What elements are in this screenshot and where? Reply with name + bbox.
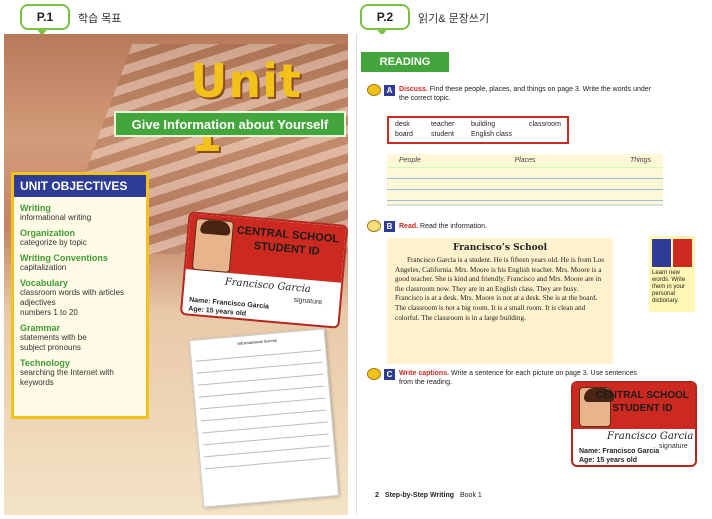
survey-sheet: Informational Survey [188,328,340,508]
id-age-text: Age: 15 years old [579,457,637,464]
section-a-text: Find these people, places, and things on… [399,86,652,102]
notebook-icon [673,239,692,267]
section-a-badge: A [384,85,395,96]
objective-item: Writing Conventions capitalization [20,253,140,273]
word-bank-item: building [471,121,496,128]
tab-page-2-label: P.2 [376,10,394,24]
topic-answer-line[interactable] [387,179,663,190]
objective-item: Organization categorize by topic [20,228,140,248]
section-c-keyword: Write captions. [399,370,450,377]
dictionary-note-text: Learn new words. Write them in your pers… [652,270,686,304]
dictionary-icon [652,239,671,267]
objective-category: Grammar [20,323,61,333]
objectives-list: Writing informational writing Organization… [14,197,146,399]
pencil-icon [367,368,381,380]
topic-answer-line[interactable] [387,168,663,179]
reading-passage-title: Francisco’s School [452,243,548,253]
objective-item: Vocabulary classroom words with articles … [20,278,140,318]
section-b-badge: B [384,221,395,232]
reading-passage: Francisco’s School Francisco Garcia is a… [387,238,613,364]
word-bank-item: board [395,131,413,138]
id-signature-label: signature [293,296,323,307]
discuss-icon [367,84,381,96]
student-id-card-small: CENTRAL SCHOOL STUDENT ID Francisco Garc… [571,381,697,467]
objective-category: Technology [20,358,70,368]
id-school-name: CENTRAL SCHOOL [595,390,689,401]
book-title: Step-by-Step Writing [384,492,454,499]
topic-places: Places [514,157,536,164]
section-b-keyword: Read. [399,223,419,230]
right-page: READING A Discuss. Find these people, pl… [356,34,708,515]
word-bank-item [529,131,569,139]
section-a-keyword: Discuss. [399,86,428,93]
section-b-text: Read the information. [418,223,487,230]
id-card-titles: CENTRAL SCHOOL STUDENT ID [596,389,689,415]
objectives-box: UNIT OBJECTIVES Writing informational wri… [11,172,149,419]
section-c-badge: C [384,369,395,380]
tab-page-2-caption: 읽기& 문장쓰기 [418,13,490,25]
word-bank: desk teacher building classroom board student… [387,116,569,144]
id-signature: Francisco Garcia [607,431,694,442]
reading-passage-body: Francisco Garcia is a student. He is fif… [395,256,604,322]
objective-description: informational writing [20,213,92,222]
left-page: Unit 1 Give Information about Yourself U… [4,34,348,515]
topic-answer-line[interactable] [387,190,663,201]
objective-description: searching the Internet with keywords [20,368,114,387]
id-card-header: CENTRAL SCHOOL STUDENT ID [185,213,347,283]
section-b-instruction: Read. Read the information. [399,222,487,231]
objective-description: statements with be subject pronouns [20,333,87,352]
book-icon [367,220,381,232]
dictionary-note: Learn new words. Write them in your pers… [649,236,695,312]
objective-item: Grammar statements with be subject pronou… [20,323,140,353]
book-volume: Book 1 [460,492,482,499]
id-signature: Francisco Garcia [224,276,312,296]
word-bank-item: English class [471,131,512,138]
topic-people: People [399,157,421,164]
student-photo [191,217,235,274]
id-label: STUDENT ID [612,403,673,414]
tab-page-2[interactable]: P.2 [360,4,410,36]
topic-things: Things [629,157,651,164]
word-bank-item: classroom [529,121,561,128]
id-card-header: CENTRAL SCHOOL STUDENT ID [573,383,695,429]
tab-page-1-label: P.1 [36,10,54,24]
objective-description: categorize by topic [20,238,87,247]
id-name-text: Name: Francisco Garcia [579,448,660,455]
page-footer: 2 Step-by-Step Writing Book 1 [375,492,482,499]
objective-item: Writing informational writing [20,203,140,223]
id-signature-label: signature [659,443,688,450]
objective-category: Vocabulary [20,278,68,288]
dictionary-books [652,239,692,267]
word-bank-item: desk [395,121,410,128]
tab-page-1[interactable]: P.1 [20,4,70,36]
objective-item: Technology searching the Internet with ke… [20,358,140,388]
id-card-titles: CENTRAL SCHOOL STUDENT ID [235,224,340,261]
word-bank-item: student [431,131,454,138]
objective-category: Writing [20,203,51,213]
objective-category: Organization [20,228,76,238]
student-id-card: CENTRAL SCHOOL STUDENT ID Francisco Garc… [179,211,348,329]
section-a-instruction: Discuss. Find these people, places, and … [399,85,659,103]
id-name: Name: Francisco Garcia Age: 15 years old [579,447,659,465]
reading-title: READING [361,52,449,72]
tab-page-1-caption: 학습 목표 [78,13,122,25]
unit-subtitle: Give Information about Yourself [114,111,346,137]
page-number: 2 [375,492,379,499]
word-bank-item: teacher [431,121,455,128]
objectives-header: UNIT OBJECTIVES [14,175,146,197]
topic-headers: People Places Things [387,154,663,168]
id-name: Name: Francisco Garcia Age: 15 years old [188,296,269,321]
topic-table: People Places Things [387,154,663,206]
objective-description: classroom words with articles adjectives… [20,288,125,317]
unit-title: Unit 1 [190,54,302,162]
objective-category: Writing Conventions [20,253,108,263]
objective-description: capitalization [20,263,67,272]
